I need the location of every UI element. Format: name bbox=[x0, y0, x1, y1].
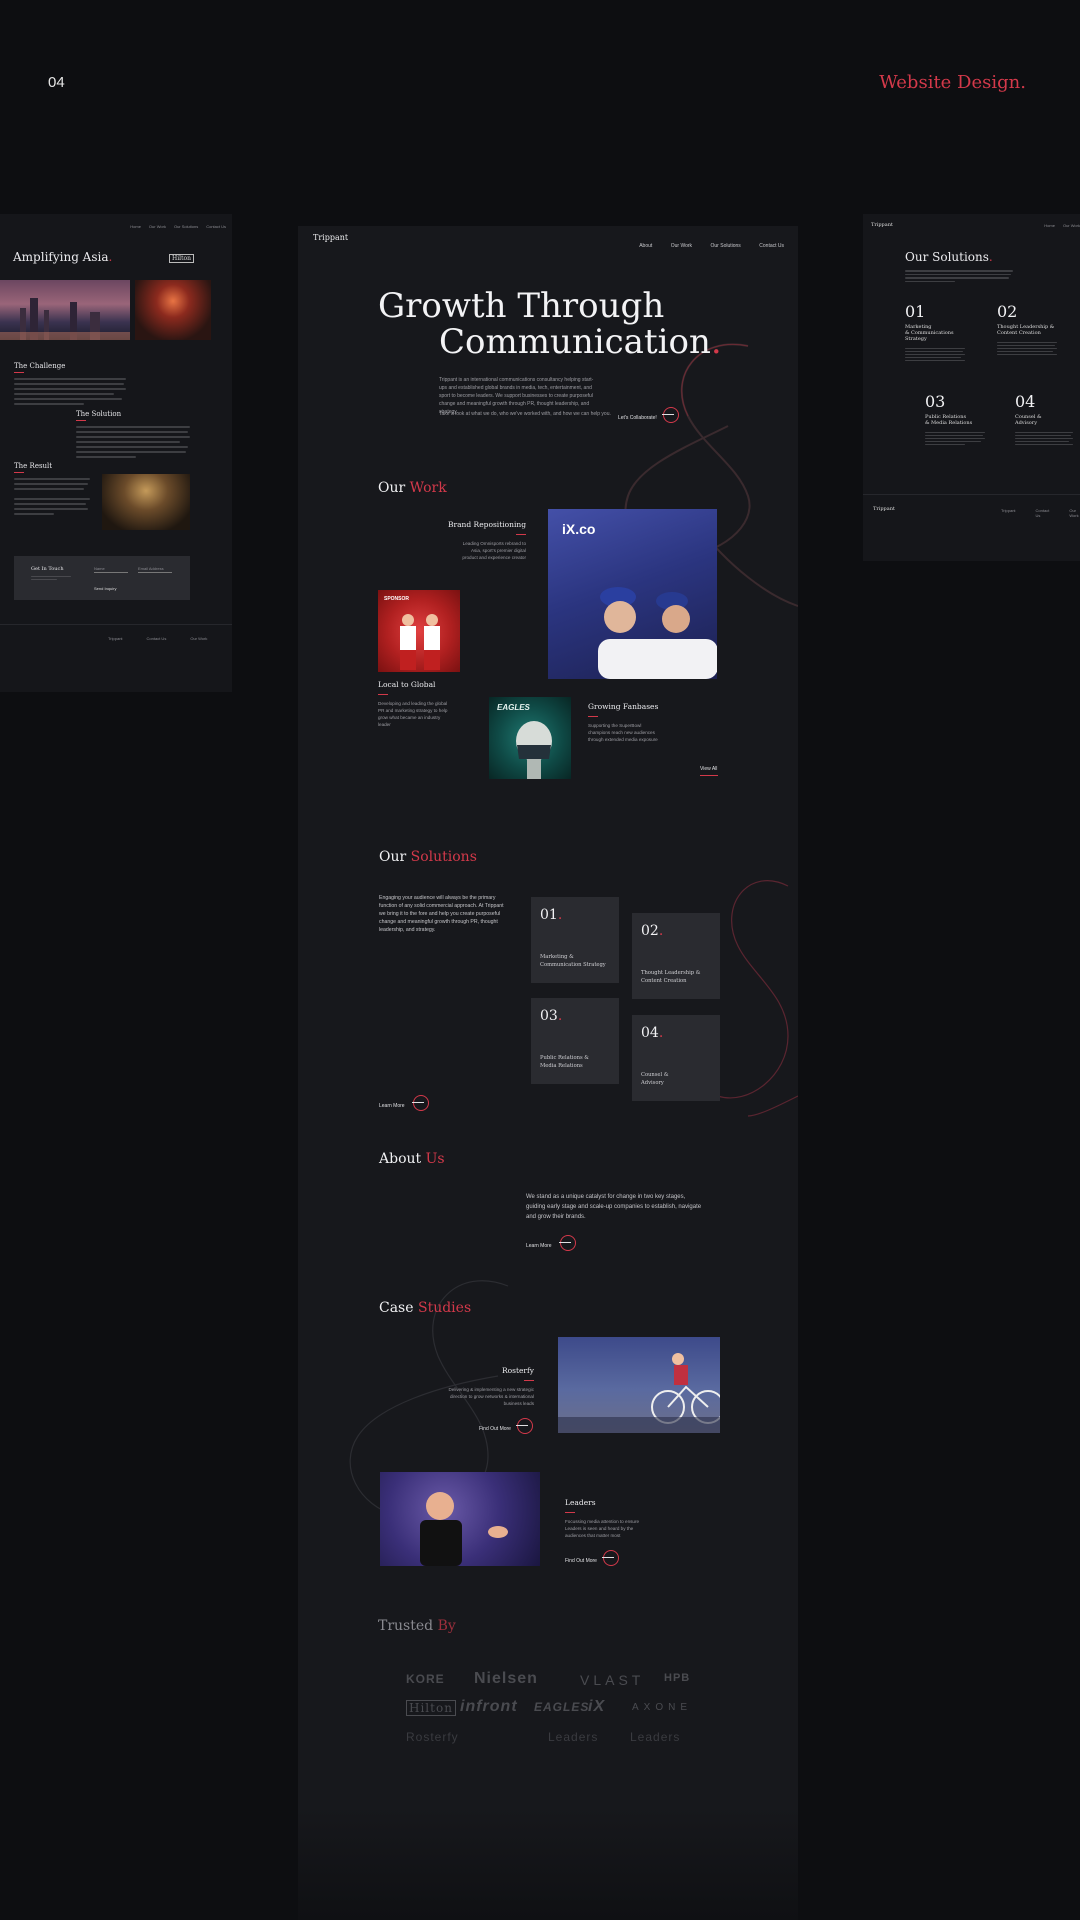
right-footer-divider bbox=[863, 494, 1080, 495]
solution-rule bbox=[76, 420, 86, 421]
right-footer-col-3: Our Work bbox=[1069, 508, 1079, 518]
slide-title-dot: . bbox=[1020, 72, 1026, 93]
email-field-underline bbox=[138, 572, 172, 573]
homepage-preview: Trippant About Our Work Our Solutions Co… bbox=[298, 226, 798, 1920]
right-item-04-num: 04 bbox=[1015, 392, 1036, 411]
solutions-page-preview: Trippant Home Our Work Our Solutions. 01… bbox=[863, 214, 1080, 561]
right-item-03-label: Public Relations & Media Relations bbox=[925, 414, 985, 426]
client-logo-wall: KORE Nielsen VLAST HPB Hilton infront EA… bbox=[298, 226, 798, 1920]
right-item-01-num: 01 bbox=[905, 302, 926, 321]
right-item-02-label: Thought Leadership & Content Creation bbox=[997, 324, 1057, 336]
logo-hpb: HPB bbox=[664, 1672, 691, 1684]
result-title: The Result bbox=[14, 462, 53, 470]
right-footer-col-2: Contact Us bbox=[1035, 508, 1050, 518]
contact-form: Get In Touch Name Email Address Send Inq… bbox=[14, 556, 190, 600]
slide-title-text: Website Design bbox=[879, 72, 1021, 93]
left-footer-col-2: Contact Us bbox=[146, 636, 167, 641]
challenge-title: The Challenge bbox=[14, 362, 66, 370]
logo-infront: infront bbox=[460, 1698, 518, 1715]
left-panel-nav: Home Our Work Our Solutions Contact Us bbox=[130, 224, 226, 229]
left-nav-work[interactable]: Our Work bbox=[149, 224, 166, 229]
result-rule bbox=[14, 472, 24, 473]
solution-text bbox=[76, 426, 190, 458]
left-nav-solutions[interactable]: Our Solutions bbox=[174, 224, 198, 229]
logo-hilton: Hilton bbox=[406, 1700, 456, 1716]
left-nav-contact[interactable]: Contact Us bbox=[206, 224, 226, 229]
right-item-03: 03 Public Relations & Media Relations bbox=[925, 392, 985, 445]
right-item-02-num: 02 bbox=[997, 302, 1018, 321]
contact-title: Get In Touch bbox=[31, 566, 64, 572]
left-heading: Amplifying Asia. bbox=[13, 250, 112, 264]
right-item-01-line-3: Strategy bbox=[905, 336, 927, 342]
left-heading-text: Amplifying Asia bbox=[13, 250, 109, 264]
right-nav-work[interactable]: Our Work bbox=[1063, 223, 1080, 228]
left-heading-dot: . bbox=[108, 250, 113, 264]
right-heading-dot: . bbox=[988, 250, 993, 264]
right-item-01: 01 Marketing & Communications Strategy bbox=[905, 302, 965, 361]
challenge-text bbox=[14, 378, 126, 405]
right-item-04: 04 Counsel & Advisory bbox=[1015, 392, 1073, 445]
solution-title: The Solution bbox=[76, 410, 122, 418]
right-panel-nav: Home Our Work bbox=[1044, 223, 1080, 228]
logo-nielsen: Nielsen bbox=[474, 1670, 538, 1687]
left-footer-col-1: Trippant bbox=[108, 636, 123, 641]
result-text bbox=[14, 478, 90, 515]
right-footer-col-1: Trippant bbox=[1001, 508, 1016, 513]
right-item-03-num: 03 bbox=[925, 392, 946, 411]
logo-leaders: Leaders bbox=[548, 1730, 599, 1744]
logo-leaders-2: Leaders bbox=[630, 1730, 681, 1744]
name-field[interactable]: Name bbox=[94, 566, 105, 571]
right-item-01-text bbox=[905, 348, 965, 361]
left-footer-col-3: Our Work bbox=[190, 636, 208, 641]
right-item-03-line-2: & Media Relations bbox=[925, 420, 973, 426]
slide-title: Website Design. bbox=[879, 72, 1026, 93]
right-heading-text: Our Solutions bbox=[905, 250, 989, 264]
right-item-04-line-2: Advisory bbox=[1015, 420, 1038, 426]
right-item-01-label: Marketing & Communications Strategy bbox=[905, 324, 965, 342]
slide-number: 04 bbox=[48, 74, 65, 91]
right-heading: Our Solutions. bbox=[905, 250, 993, 264]
right-item-02-line-2: Content Creation bbox=[997, 330, 1041, 336]
restaurant-photo bbox=[135, 280, 211, 340]
skyline-photo bbox=[0, 280, 130, 340]
challenge-rule bbox=[14, 372, 24, 373]
email-field[interactable]: Email Address bbox=[138, 566, 164, 571]
left-footer-cols: Trippant Contact Us Our Work bbox=[108, 636, 207, 641]
send-inquiry-button[interactable]: Send Inquiry bbox=[94, 586, 116, 591]
logo-rosterfy: Rosterfy bbox=[406, 1730, 459, 1744]
skyline-graphic bbox=[0, 298, 130, 340]
right-nav-home[interactable]: Home bbox=[1044, 223, 1055, 228]
logo-eagles: EAGLES bbox=[534, 1700, 590, 1714]
right-item-02: 02 Thought Leadership & Content Creation bbox=[997, 302, 1057, 355]
logo-ix: iX bbox=[588, 1698, 606, 1715]
right-item-04-label: Counsel & Advisory bbox=[1015, 414, 1073, 426]
hilton-badge: Hilton bbox=[169, 254, 194, 263]
name-field-underline bbox=[94, 572, 128, 573]
logo-vlast: VLAST bbox=[580, 1672, 645, 1688]
hotel-room-photo bbox=[102, 474, 190, 530]
right-intro-text bbox=[905, 270, 1013, 282]
case-study-page-preview: Home Our Work Our Solutions Contact Us A… bbox=[0, 214, 232, 692]
right-item-02-text bbox=[997, 342, 1057, 355]
right-brand: Trippant bbox=[871, 222, 893, 228]
right-item-04-text bbox=[1015, 432, 1073, 445]
right-footer-cols: Trippant Contact Us Our Work bbox=[1001, 508, 1080, 518]
right-footer-brand: Trippant bbox=[873, 506, 895, 512]
contact-desc bbox=[31, 576, 71, 580]
right-item-03-text bbox=[925, 432, 985, 445]
logo-kore: KORE bbox=[406, 1672, 445, 1686]
left-footer-divider bbox=[0, 624, 232, 625]
logo-axone: AXONE bbox=[632, 1702, 693, 1713]
left-nav-home[interactable]: Home bbox=[130, 224, 141, 229]
